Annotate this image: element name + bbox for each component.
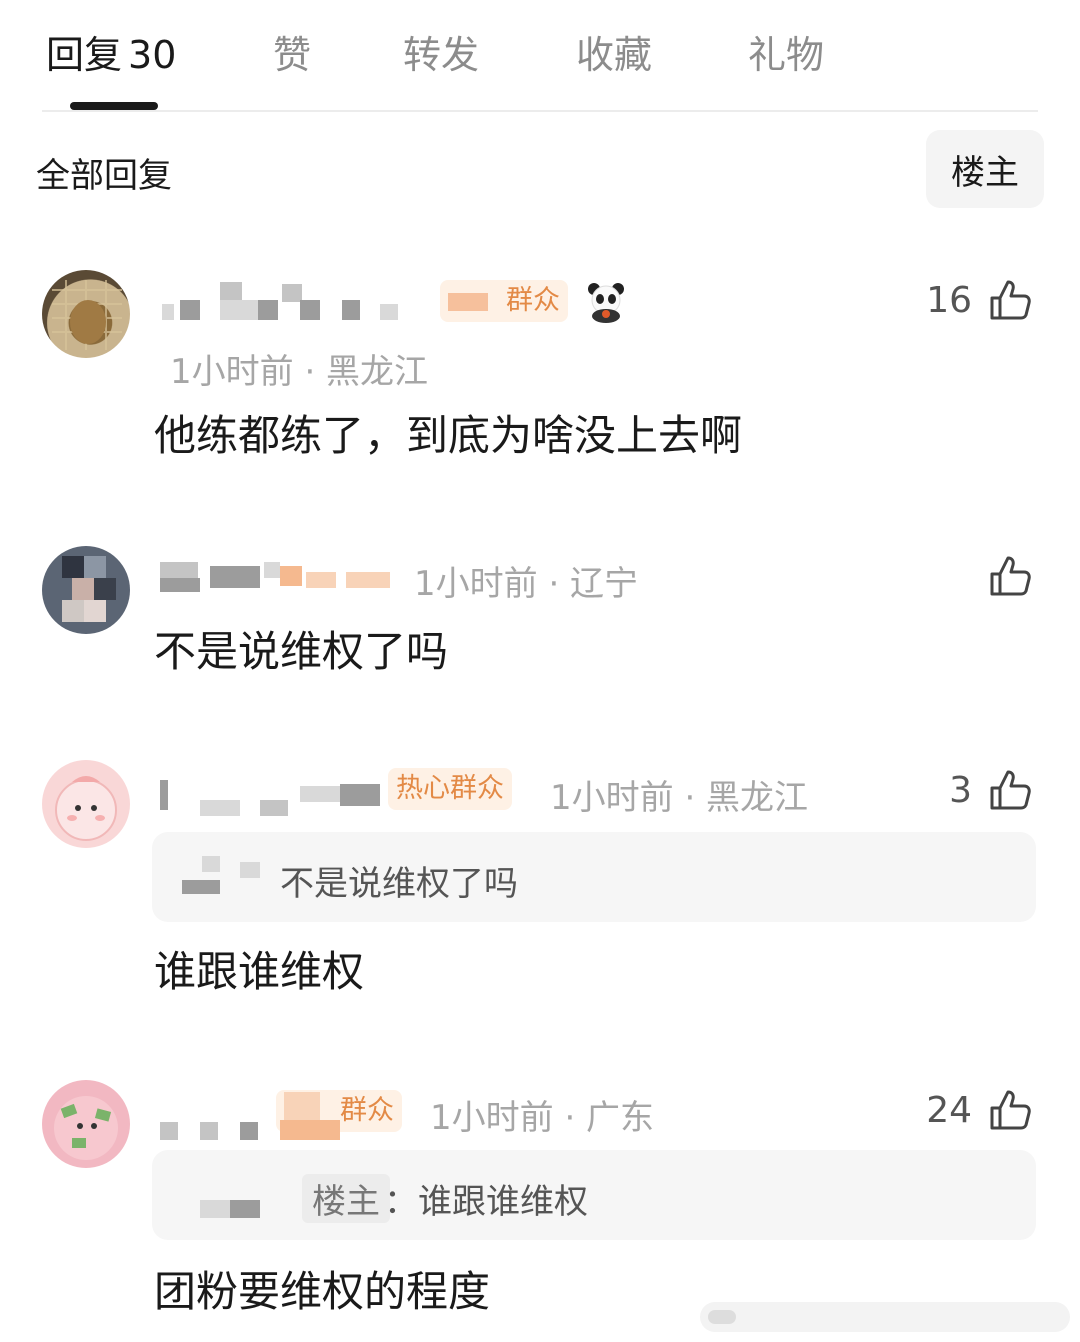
- like-count: 3: [949, 769, 972, 811]
- thumbs-up-icon: [986, 276, 1034, 324]
- like-button[interactable]: 16: [926, 276, 1034, 324]
- like-button[interactable]: [986, 552, 1034, 600]
- comment-text[interactable]: 他练都练了，到底为啥没上去啊: [154, 402, 742, 463]
- tab-replies-label: 回复: [46, 33, 123, 77]
- avatar[interactable]: [42, 760, 130, 848]
- avatar-image: [55, 776, 117, 841]
- like-button[interactable]: 24: [926, 1086, 1034, 1134]
- fan-badge: 热心群众: [388, 768, 512, 810]
- comment-meta: 1小时前 · 黑龙江: [170, 352, 429, 392]
- avatar[interactable]: [42, 270, 130, 358]
- quoted-reply[interactable]: 楼主 ：谁跟谁维权: [152, 1150, 1036, 1240]
- fan-badge-label: 群众: [506, 285, 560, 316]
- comment-meta: 1小时前 · 黑龙江: [550, 778, 809, 818]
- scroll-indicator[interactable]: [700, 1302, 1070, 1332]
- comment-text[interactable]: 团粉要维权的程度: [154, 1258, 490, 1319]
- scroll-thumb[interactable]: [708, 1310, 736, 1324]
- thumbs-up-icon: [986, 552, 1034, 600]
- comment-text[interactable]: 不是说维权了吗: [154, 618, 448, 679]
- tab-replies-count: 30: [128, 33, 177, 77]
- avatar-image: [52, 280, 122, 350]
- panda-emoji-icon: [584, 280, 628, 328]
- all-replies-title: 全部回复: [36, 156, 172, 196]
- op-only-button[interactable]: 楼主: [926, 130, 1044, 208]
- avatar-image: [62, 556, 116, 622]
- thumbs-up-icon: [986, 766, 1034, 814]
- quoted-text: 不是说维权了吗: [280, 864, 518, 904]
- like-button[interactable]: 3: [949, 766, 1034, 814]
- comment-meta: 1小时前 · 广东: [430, 1098, 655, 1138]
- active-tab-indicator: [70, 102, 158, 110]
- thumbs-up-icon: [986, 1086, 1034, 1134]
- quoted-reply[interactable]: 不是说维权了吗: [152, 832, 1036, 922]
- tab-replies[interactable]: 回复 30: [46, 24, 176, 79]
- reply-tabs: 回复 30 赞 转发 收藏 礼物: [0, 0, 1080, 112]
- tab-likes[interactable]: 赞: [273, 24, 311, 79]
- fan-badge-label: 群众: [340, 1095, 394, 1126]
- avatar-image: [54, 1096, 118, 1160]
- username-blurred-tail: [280, 1120, 340, 1140]
- tab-reposts[interactable]: 转发: [403, 24, 479, 79]
- like-count: 24: [926, 1089, 972, 1131]
- avatar[interactable]: [42, 546, 130, 634]
- comment-text[interactable]: 谁跟谁维权: [154, 938, 364, 999]
- fan-badge: 群众: [440, 280, 568, 322]
- tab-favorites[interactable]: 收藏: [576, 24, 652, 79]
- comment-meta: 1小时前 · 辽宁: [414, 564, 639, 604]
- like-count: 16: [926, 279, 972, 321]
- op-tag: 楼主: [302, 1174, 390, 1223]
- tabs-divider: [42, 110, 1038, 112]
- quoted-text: ：谁跟谁维权: [384, 1182, 588, 1222]
- avatar[interactable]: [42, 1080, 130, 1168]
- tab-gifts[interactable]: 礼物: [748, 24, 824, 79]
